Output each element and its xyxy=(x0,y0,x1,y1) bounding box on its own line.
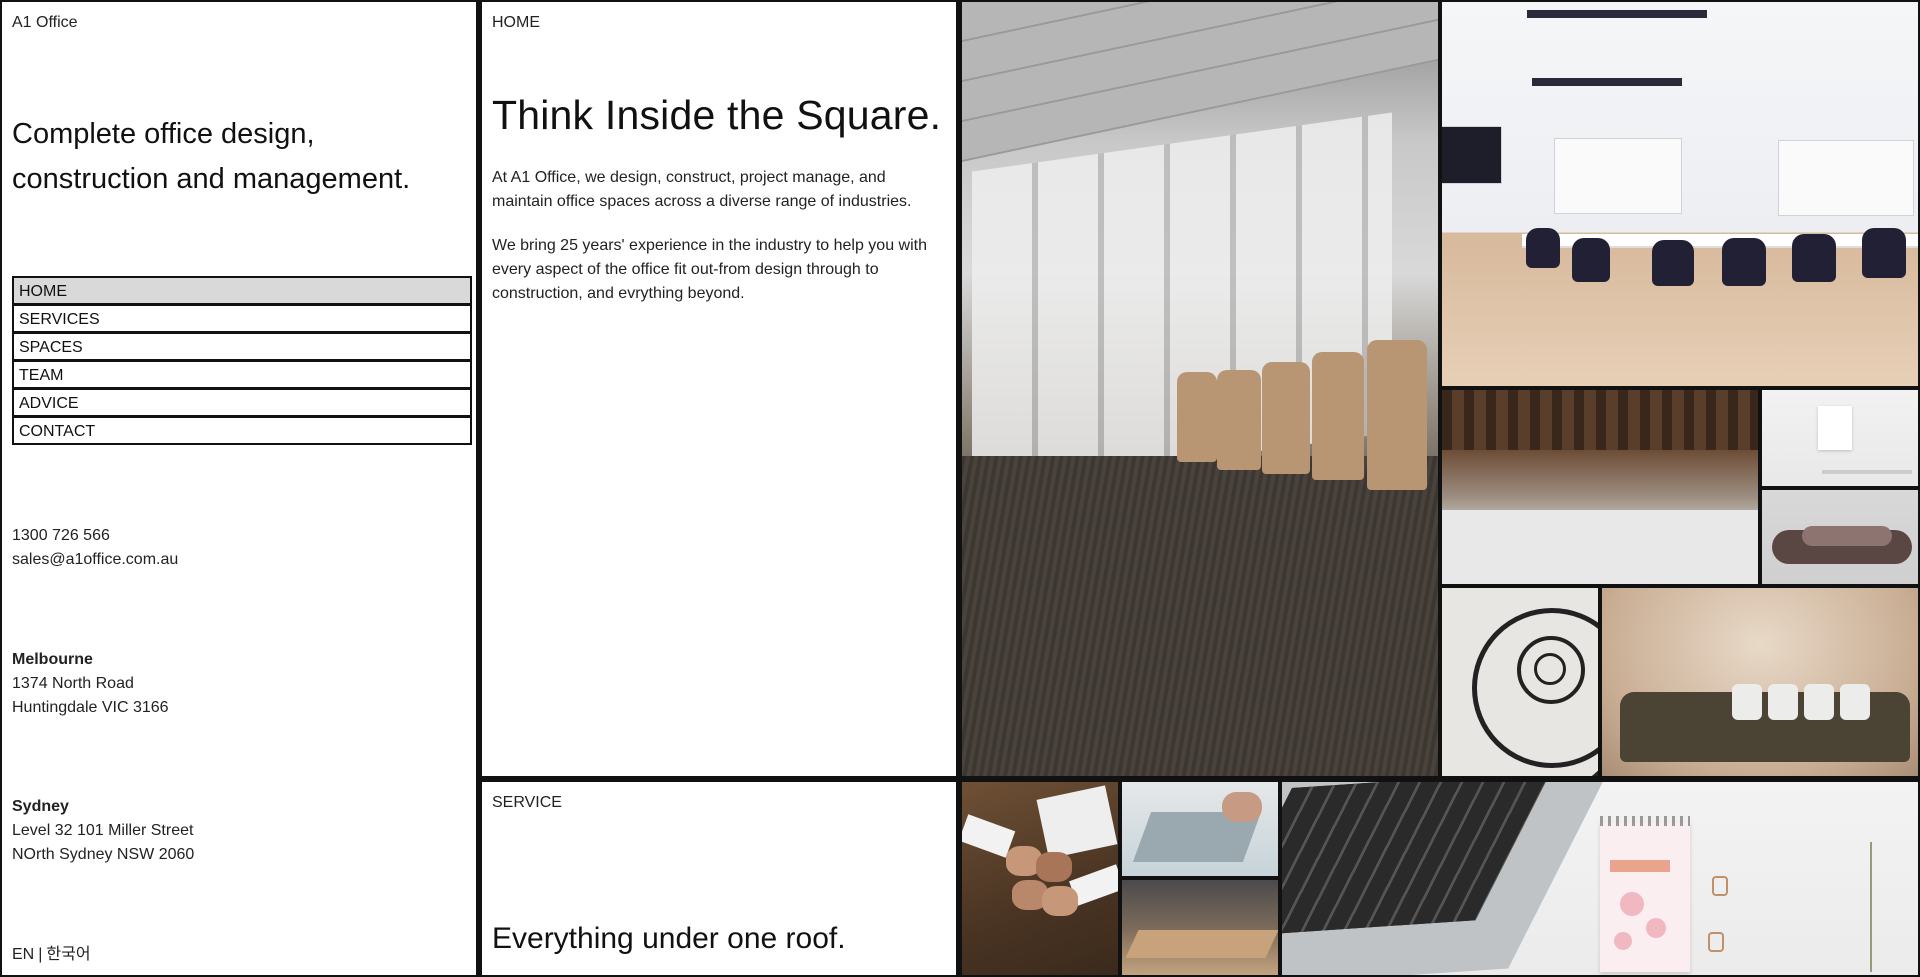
fist-shape xyxy=(1042,886,1078,916)
home-section: HOME Think Inside the Square. At A1 Offi… xyxy=(482,2,956,776)
nav-item-contact[interactable]: CONTACT xyxy=(12,416,472,445)
office-address-line2: NOrth Sydney NSW 2060 xyxy=(12,846,195,863)
desk-shape xyxy=(1442,510,1758,584)
office-melbourne: Melbourne 1374 North Road Huntingdale VI… xyxy=(12,648,169,720)
intro-paragraph: At A1 Office, we design, construct, proj… xyxy=(492,169,912,210)
team-fist-bump-image[interactable] xyxy=(962,782,1118,975)
meeting-table-image[interactable] xyxy=(1122,880,1278,975)
fist-shape xyxy=(1036,852,1072,882)
office-address-line2: Huntingdale VIC 3166 xyxy=(12,699,169,716)
nav-item-services[interactable]: SERVICES xyxy=(12,304,472,333)
spiral-staircase-image[interactable] xyxy=(1442,588,1598,776)
stair-ring xyxy=(1534,653,1566,685)
section-label: HOME xyxy=(492,14,540,31)
chair-shape xyxy=(1652,240,1694,286)
spiral-binding xyxy=(1600,816,1690,826)
meeting-room-image[interactable] xyxy=(1442,2,1918,386)
nav-item-team[interactable]: TEAM xyxy=(12,360,472,389)
phone-link[interactable]: 1300 726 566 xyxy=(12,524,178,548)
pillow-shape xyxy=(1804,684,1834,720)
cushion-shape xyxy=(1802,526,1892,546)
ceiling-rail xyxy=(1527,10,1707,18)
chair-shape xyxy=(1312,352,1364,480)
hand-shape xyxy=(1222,792,1262,822)
conference-room-image[interactable] xyxy=(962,2,1438,776)
tagline: Complete office design, construction and… xyxy=(12,118,411,195)
binder-clip xyxy=(1712,876,1728,896)
language-switcher: EN | 한국어 xyxy=(12,940,91,964)
chair-shape xyxy=(1862,228,1906,278)
page-title: Think Inside the Square. xyxy=(492,92,942,138)
office-address-line1: Level 32 101 Miller Street xyxy=(12,822,194,839)
nav-item-spaces[interactable]: SPACES xyxy=(12,332,472,361)
papers-shape xyxy=(1036,785,1118,859)
chair-shape xyxy=(1526,228,1560,268)
section-label: SERVICE xyxy=(492,794,562,811)
office-sydney: Sydney Level 32 101 Miller Street NOrth … xyxy=(12,795,194,867)
shelf-shape xyxy=(1822,470,1912,474)
pillow-shape xyxy=(1840,684,1870,720)
open-office-image[interactable] xyxy=(1442,390,1758,584)
chair-shape xyxy=(1572,238,1610,282)
brand-logo-text[interactable]: A1 Office xyxy=(12,14,78,32)
chair-shape xyxy=(1177,372,1217,462)
daybed-image[interactable] xyxy=(1762,490,1918,584)
lang-en-link[interactable]: EN xyxy=(12,946,34,963)
floral-blob xyxy=(1646,918,1666,938)
floral-blob xyxy=(1620,892,1644,916)
tv-screen xyxy=(1442,126,1502,184)
page: A1 Office Complete office design, constr… xyxy=(0,0,1920,977)
whiteboard xyxy=(1778,140,1914,216)
pillow-shape xyxy=(1732,684,1762,720)
nav-item-home[interactable]: HOME xyxy=(12,276,472,305)
experience-paragraph: We bring 25 years' experience in the ind… xyxy=(492,237,927,302)
service-section: SERVICE Everything under one roof. xyxy=(482,782,956,975)
nav-item-advice[interactable]: ADVICE xyxy=(12,388,472,417)
plant-shape xyxy=(1870,842,1912,972)
table-shape xyxy=(1125,930,1278,958)
notebook-shape xyxy=(1600,816,1690,972)
chair-shape xyxy=(1217,370,1261,470)
lang-ko-link[interactable]: 한국어 xyxy=(46,946,90,963)
office-city: Sydney xyxy=(12,798,69,815)
service-title: Everything under one roof. xyxy=(492,922,846,955)
chair-shape xyxy=(1722,238,1766,286)
keyboard-notebook-image[interactable] xyxy=(1282,782,1918,975)
chair-shape xyxy=(1792,234,1836,282)
whiteboard xyxy=(1554,138,1682,214)
sidebar: A1 Office Complete office design, constr… xyxy=(2,2,476,975)
main-nav: HOME SERVICES SPACES TEAM ADVICE CONTACT xyxy=(12,276,472,445)
pillow-shape xyxy=(1768,684,1798,720)
floral-blob xyxy=(1614,932,1632,950)
chair-shape xyxy=(1367,340,1427,490)
office-address-line1: 1374 North Road xyxy=(12,675,134,692)
sofa-image[interactable] xyxy=(1602,588,1918,776)
lang-separator: | xyxy=(38,946,43,963)
contact-info: 1300 726 566 sales@a1office.com.au xyxy=(12,524,178,572)
email-link[interactable]: sales@a1office.com.au xyxy=(12,548,178,572)
office-city: Melbourne xyxy=(12,651,93,668)
wall-frame-image[interactable] xyxy=(1762,390,1918,486)
chair-shape xyxy=(1262,362,1310,474)
laptop-work-image[interactable] xyxy=(1122,782,1278,876)
carpet-detail xyxy=(962,456,1438,776)
binder-clip xyxy=(1708,932,1724,952)
ceiling-rail xyxy=(1532,78,1682,86)
frame-shape xyxy=(1818,406,1852,450)
notebook-label xyxy=(1610,860,1670,872)
ceiling-detail xyxy=(1442,390,1758,450)
